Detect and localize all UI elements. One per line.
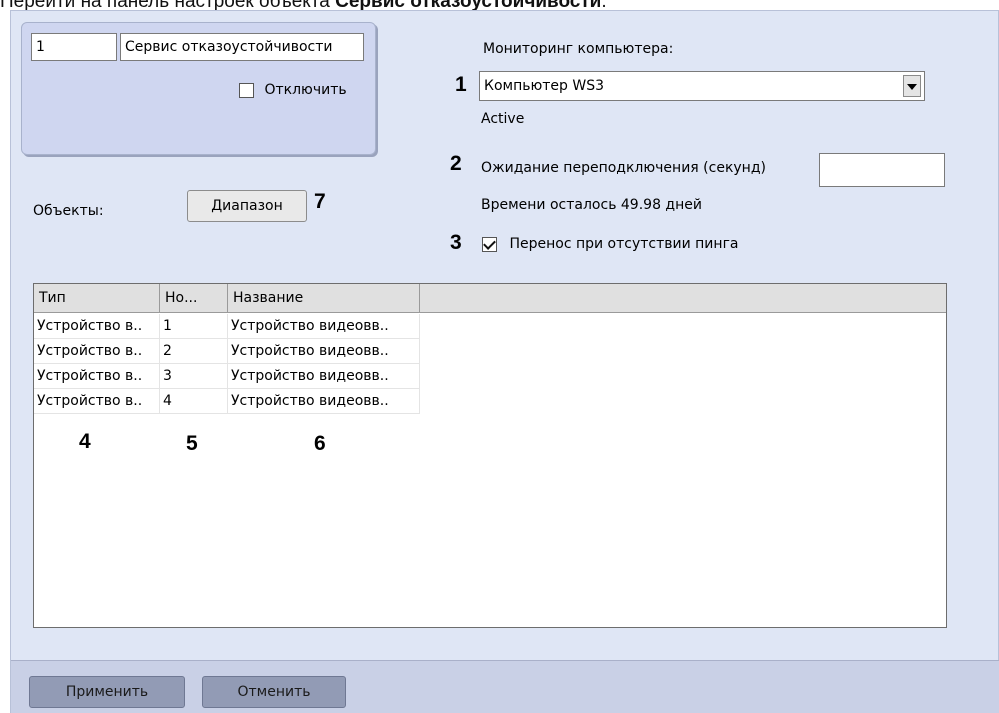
objects-table[interactable]: Тип Но... Название Устройство в.. 1 Устр… xyxy=(33,283,947,628)
objects-label: Объекты: xyxy=(33,203,104,219)
cell-type: Устройство в.. xyxy=(34,339,160,364)
cell-name: Устройство видеовв.. xyxy=(228,339,420,364)
status-text: Active xyxy=(481,111,525,127)
cell-number: 2 xyxy=(160,339,228,364)
cell-type: Устройство в.. xyxy=(34,364,160,389)
footer-bar: Применить Отменить xyxy=(11,660,999,713)
object-name-field[interactable]: Сервис отказоустойчивости xyxy=(120,33,364,61)
table-row[interactable]: Устройство в.. 2 Устройство видеовв.. xyxy=(34,339,420,364)
computer-select[interactable]: Компьютер WS3 xyxy=(479,71,925,101)
disable-label: Отключить xyxy=(264,82,347,98)
cancel-button[interactable]: Отменить xyxy=(202,676,346,708)
column-header-name[interactable]: Название xyxy=(228,284,420,312)
table-header: Тип Но... Название xyxy=(34,284,946,313)
column-header-number[interactable]: Но... xyxy=(160,284,228,312)
marker-7: 7 xyxy=(314,190,326,213)
marker-3: 3 xyxy=(450,231,462,254)
marker-2: 2 xyxy=(450,152,462,175)
ping-checkbox-row[interactable]: Перенос при отсутствии пинга xyxy=(482,236,739,252)
cell-number: 3 xyxy=(160,364,228,389)
ping-checkbox[interactable] xyxy=(482,236,497,252)
marker-1: 1 xyxy=(455,73,467,96)
apply-button[interactable]: Применить xyxy=(29,676,185,708)
cell-name: Устройство видеовв.. xyxy=(228,364,420,389)
disable-checkbox[interactable] xyxy=(239,82,254,98)
cell-type: Устройство в.. xyxy=(34,314,160,339)
object-id-field[interactable]: 1 xyxy=(31,33,117,61)
monitoring-label: Мониторинг компьютера: xyxy=(483,41,674,57)
cell-number: 4 xyxy=(160,389,228,414)
reconnect-seconds-input[interactable] xyxy=(819,153,945,187)
table-row[interactable]: Устройство в.. 3 Устройство видеовв.. xyxy=(34,364,420,389)
table-row[interactable]: Устройство в.. 4 Устройство видеовв.. xyxy=(34,389,420,414)
marker-4: 4 xyxy=(79,430,91,453)
cell-name: Устройство видеовв.. xyxy=(228,314,420,339)
marker-6: 6 xyxy=(314,432,326,455)
reconnect-label: Ожидание переподключения (секунд) xyxy=(481,160,766,176)
ping-label: Перенос при отсутствии пинга xyxy=(509,236,739,252)
time-left-text: Времени осталось 49.98 дней xyxy=(481,197,702,213)
cell-type: Устройство в.. xyxy=(34,389,160,414)
table-row[interactable]: Устройство в.. 1 Устройство видеовв.. xyxy=(34,314,420,339)
cell-number: 1 xyxy=(160,314,228,339)
disable-checkbox-row[interactable]: Отключить xyxy=(239,82,347,98)
cell-name: Устройство видеовв.. xyxy=(228,389,420,414)
column-header-type[interactable]: Тип xyxy=(34,284,160,312)
range-button[interactable]: Диапазон xyxy=(187,190,307,222)
computer-select-value: Компьютер WS3 xyxy=(484,78,604,94)
chevron-down-icon[interactable] xyxy=(903,75,921,97)
marker-5: 5 xyxy=(186,432,198,455)
